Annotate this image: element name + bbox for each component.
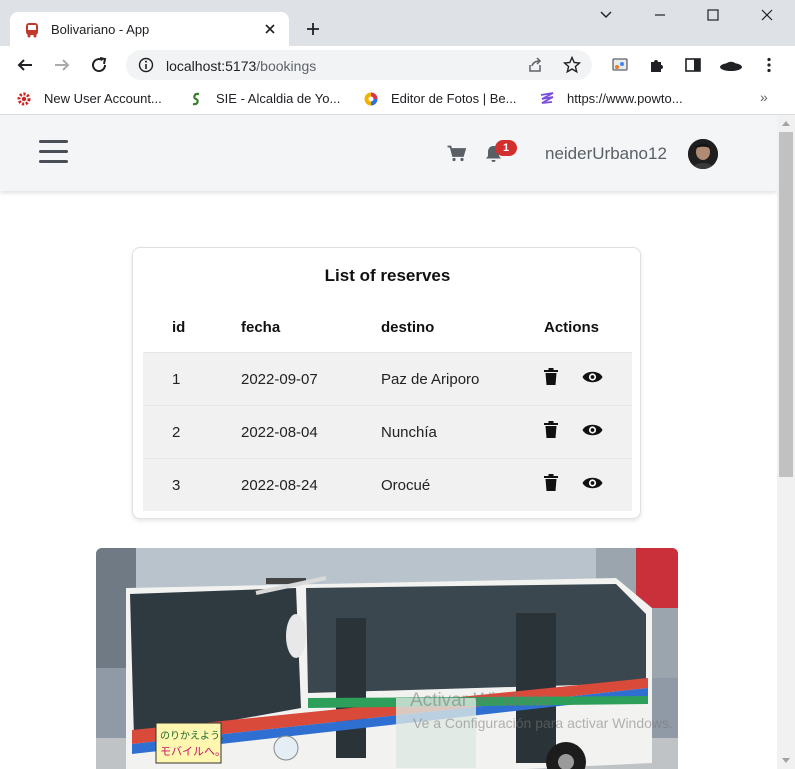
gear-favicon-icon <box>17 92 31 106</box>
cell-fecha: 2022-09-07 <box>241 371 318 388</box>
bookmark-item[interactable]: SIE - Alcaldia de Yo... <box>188 90 353 108</box>
share-icon[interactable] <box>526 57 544 73</box>
cell-fecha: 2022-08-24 <box>241 477 318 494</box>
bookmark-label: SIE - Alcaldia de Yo... <box>216 91 341 106</box>
notification-badge: 1 <box>495 140 517 156</box>
reserves-title: List of reserves <box>324 266 451 285</box>
bookmark-label: Editor de Fotos | Be... <box>391 91 517 106</box>
url-host: localhost:5173 <box>166 58 257 74</box>
scroll-down-arrow-icon[interactable] <box>782 758 790 763</box>
menu-dots-icon[interactable] <box>760 56 778 74</box>
column-header-id: id <box>172 319 186 336</box>
bus-image: のりかえよう、 モバイルへ。 <box>96 548 678 769</box>
scroll-up-arrow-icon[interactable] <box>782 121 790 126</box>
window-close-icon[interactable] <box>760 8 774 22</box>
sie-favicon-icon <box>192 92 200 106</box>
trash-icon[interactable] <box>544 474 558 491</box>
column-header-actions: Actions <box>544 319 600 336</box>
bus-illustration: のりかえよう、 モバイルへ。 <box>96 548 678 769</box>
cell-id: 1 <box>172 371 181 388</box>
cell-destino: Orocué <box>381 477 431 494</box>
powtoon-favicon-icon <box>540 92 554 104</box>
bus-favicon-icon <box>26 23 38 38</box>
vertical-scrollbar[interactable] <box>777 115 795 769</box>
table-row: 2 2022-08-04 Nunchía <box>143 405 632 458</box>
maximize-icon[interactable] <box>706 8 720 22</box>
hamburger-menu-icon[interactable] <box>39 140 68 164</box>
minimize-icon[interactable] <box>653 8 667 22</box>
avatar[interactable] <box>688 139 718 169</box>
address-bar[interactable]: localhost:5173/bookings <box>126 50 592 80</box>
bus-sign-line1: のりかえよう、 <box>160 730 230 742</box>
cell-fecha: 2022-08-04 <box>241 424 318 441</box>
trash-icon[interactable] <box>544 368 558 385</box>
profile-hat-icon[interactable] <box>719 56 743 74</box>
username-label[interactable]: neiderUrbano12 <box>545 144 667 164</box>
shopping-cart-icon[interactable] <box>447 145 466 162</box>
url-path: /bookings <box>256 58 317 74</box>
cast-icon[interactable] <box>611 56 629 74</box>
bookmark-label: New User Account... <box>44 91 162 106</box>
new-tab-plus-icon[interactable] <box>305 21 321 37</box>
eye-icon[interactable] <box>582 423 603 437</box>
column-header-destino: destino <box>381 319 435 336</box>
side-panel-icon[interactable] <box>684 56 702 74</box>
column-header-fecha: fecha <box>241 319 281 336</box>
table-row: 3 2022-08-24 Orocué <box>143 458 632 511</box>
bus-sign-line2: モバイルへ。 <box>160 745 226 758</box>
bookmark-star-icon[interactable] <box>563 56 581 74</box>
url-text: localhost:5173/bookings <box>166 58 316 74</box>
table-row: 1 2022-09-07 Paz de Ariporo <box>143 352 632 405</box>
bookmarks-overflow-button[interactable]: » <box>760 89 768 105</box>
close-icon[interactable] <box>263 22 277 36</box>
eye-icon[interactable] <box>582 476 603 490</box>
cell-id: 2 <box>172 424 181 441</box>
site-info-icon[interactable] <box>138 57 154 73</box>
cell-destino: Paz de Ariporo <box>381 371 480 388</box>
reserves-card: List of reserves id fecha destino Action… <box>132 247 641 519</box>
reload-icon[interactable] <box>90 56 108 74</box>
photo-editor-favicon-icon <box>364 92 378 106</box>
bookmark-item[interactable]: https://www.powto... <box>539 90 704 108</box>
eye-icon[interactable] <box>582 370 603 384</box>
bookmark-label: https://www.powto... <box>567 91 683 106</box>
browser-tab[interactable]: Bolivariano - App <box>10 12 289 48</box>
chevron-down-icon[interactable] <box>599 8 613 22</box>
forward-arrow-icon[interactable] <box>53 56 71 74</box>
page-viewport: 1 neiderUrbano12 List of reserves id fec… <box>0 115 777 769</box>
back-arrow-icon[interactable] <box>16 56 34 74</box>
bookmark-item[interactable]: Editor de Fotos | Be... <box>363 90 528 108</box>
extensions-puzzle-icon[interactable] <box>648 56 666 74</box>
browser-toolbar: localhost:5173/bookings <box>0 46 795 84</box>
bookmark-item[interactable]: New User Account... <box>16 90 176 108</box>
trash-icon[interactable] <box>544 421 558 438</box>
tab-title: Bolivariano - App <box>51 22 150 37</box>
bookmarks-bar: New User Account... SIE - Alcaldia de Yo… <box>0 84 795 115</box>
scrollbar-thumb[interactable] <box>779 132 793 477</box>
app-bar: 1 neiderUrbano12 <box>0 115 777 191</box>
avatar-photo-icon <box>688 139 718 169</box>
cell-destino: Nunchía <box>381 424 437 441</box>
browser-tabstrip: Bolivariano - App <box>0 0 795 48</box>
cell-id: 3 <box>172 477 181 494</box>
